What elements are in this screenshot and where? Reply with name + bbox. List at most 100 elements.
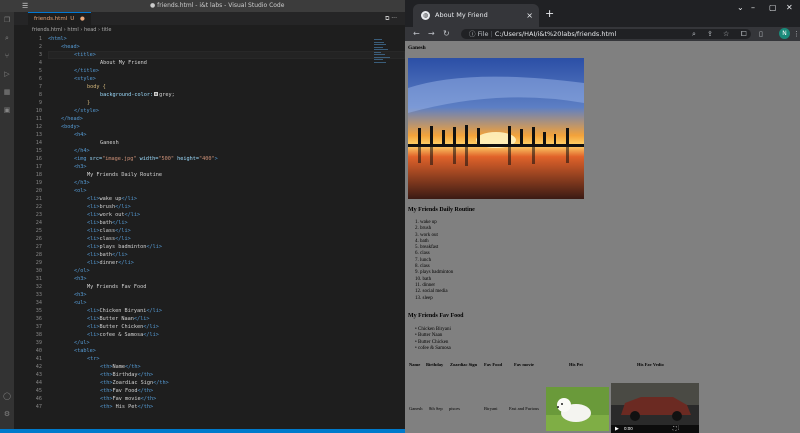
th-pet: His Pet	[569, 362, 583, 367]
td-zodiac: pisces	[449, 406, 460, 411]
menu-icon[interactable]: ☰	[22, 0, 28, 12]
share-icon[interactable]: ⇪	[707, 27, 713, 41]
code-line: <h3>	[74, 164, 87, 170]
code-line: <tr>	[87, 356, 100, 362]
th-fav-movie: Fav movie	[514, 362, 534, 367]
browser-toolbar: ← → ↻ ⓘ File | C:/Users/HAI/i&t%20labs/f…	[405, 27, 800, 41]
code-line: <th>Zoardiac Sign</th>	[100, 380, 169, 386]
side-panel-icon[interactable]: ▯	[759, 27, 763, 41]
line-number: 37	[35, 324, 42, 330]
routine-item: 13. sleep	[415, 295, 433, 301]
line-number: 4	[38, 60, 42, 66]
chevron-down-icon[interactable]: ⌄	[737, 3, 744, 13]
routine-item: 12. social media	[415, 289, 448, 295]
reload-icon[interactable]: ↻	[443, 27, 450, 41]
food-title: My Friends Fav Food	[408, 313, 464, 319]
maximize-icon[interactable]: ▢	[769, 3, 777, 13]
th-name: Name	[409, 362, 421, 367]
info-icon[interactable]: ⓘ	[469, 30, 476, 38]
extensions-puzzle-icon[interactable]: ⧠	[741, 27, 747, 41]
back-arrow-icon[interactable]: ←	[413, 27, 420, 41]
breadcrumb-title[interactable]: title	[102, 27, 112, 33]
code-editor[interactable]: 1 2 3 4 5 6 7 8 9 10 11 12 13 14 15 16 17 18 19 20 21 22 23 24 2…	[14, 35, 405, 429]
line-number: 25	[35, 228, 42, 234]
code-line: <th>Birthday</th>	[100, 372, 154, 378]
code-line: <th>Fav movie</th>	[100, 396, 157, 402]
code-line: <th>Fav Food</th>	[100, 388, 154, 394]
gear-icon[interactable]: ⚙	[3, 410, 11, 418]
code-line: <li>plays badminton</li>	[87, 244, 162, 250]
code-line: }	[87, 100, 91, 106]
th-zodiac: Zoardiac Sign	[450, 362, 478, 367]
routine-list: 1. wake up 2. brush 3. work out 4. bath 5. b…	[415, 220, 453, 302]
breadcrumb-file[interactable]: friends.html	[32, 27, 62, 33]
tab-label: friends.html	[34, 16, 68, 22]
breadcrumb-head[interactable]: head	[84, 27, 96, 33]
zoom-icon[interactable]: ⌕	[692, 27, 696, 41]
code-line: <li>bath</li>	[87, 220, 128, 226]
code-line: <li>Chicken Biryani</li>	[87, 308, 162, 314]
minimap[interactable]	[374, 39, 396, 79]
tab-strip: ◍ About My Friend × + ⌄ – ▢ ✕	[405, 0, 800, 27]
close-window-icon[interactable]: ✕	[786, 3, 793, 13]
browser-tab-title: About My Friend	[435, 11, 488, 19]
code-area[interactable]: <html> <head> <title> About My Friend </titl…	[48, 35, 368, 429]
vscode-titlebar: ☰ ● friends.html - i&t labs - Visual Stu…	[0, 0, 405, 12]
line-number: 14	[35, 140, 42, 146]
code-line: <table>	[74, 348, 96, 354]
play-icon[interactable]: ▶	[615, 426, 619, 432]
routine-item: 9. plays badminton	[415, 270, 454, 276]
fullscreen-icon[interactable]: ⛶ ⋮	[673, 426, 679, 432]
code-line: <html>	[48, 36, 67, 42]
close-tab-icon[interactable]: ×	[526, 4, 533, 27]
vscode-window: ☰ ● friends.html - i&t labs - Visual Stu…	[0, 0, 405, 433]
line-number: 26	[35, 236, 42, 242]
code-line: </title>	[74, 68, 99, 74]
td-food: Biryani	[484, 406, 498, 411]
line-number: 36	[35, 316, 42, 322]
line-number: 43	[35, 372, 42, 378]
video-player[interactable]: ▶ 0:00 ⛶ ⋮	[611, 383, 699, 433]
routine-title: My Friends Daily Routine	[408, 207, 475, 213]
food-item: • Butter Chicken	[415, 339, 449, 345]
search-icon[interactable]: ⌕	[3, 34, 11, 42]
line-number: 2	[38, 44, 42, 50]
line-number: 11	[35, 116, 42, 122]
tab-friends-html[interactable]: friends.html U ●	[28, 12, 91, 25]
line-number: 20	[35, 188, 42, 194]
line-number: 40	[35, 348, 42, 354]
code-line: <ul>	[74, 300, 87, 306]
line-number: 39	[35, 340, 42, 346]
code-line: <li>work out</li>	[87, 212, 141, 218]
bookmark-star-icon[interactable]: ☆	[723, 27, 729, 41]
line-number: 41	[35, 356, 42, 362]
extensions-icon[interactable]: ▦	[3, 88, 11, 96]
line-number: 32	[35, 284, 42, 290]
food-item: • cofee & Samosa	[415, 345, 451, 351]
pet-dog-photo	[546, 387, 609, 431]
account-icon[interactable]: ◯	[3, 392, 11, 400]
avatar[interactable]: N	[779, 28, 790, 39]
web-page: Ganesh My Friends Daily Routine 1. wake …	[405, 41, 800, 433]
line-number: 23	[35, 212, 42, 218]
line-number-gutter: 1 2 3 4 5 6 7 8 9 10 11 12 13 14 15 16 17 18 19 20 21 22 23 24 2…	[14, 35, 46, 429]
new-tab-button[interactable]: +	[545, 4, 554, 23]
line-number: 47	[35, 404, 42, 410]
line-number: 21	[35, 196, 42, 202]
forward-arrow-icon[interactable]: →	[428, 27, 435, 41]
remote-explorer-icon[interactable]: ▣	[3, 106, 11, 114]
code-line: </ol>	[74, 268, 90, 274]
kebab-menu-icon[interactable]: ⋮	[793, 27, 800, 41]
modified-dot-icon[interactable]: ●	[80, 16, 85, 22]
browser-tab[interactable]: ◍ About My Friend ×	[413, 4, 539, 27]
minimize-icon[interactable]: –	[751, 3, 755, 13]
source-control-icon[interactable]: ⑂	[3, 52, 11, 60]
explorer-icon[interactable]: ❐	[3, 16, 11, 24]
color-swatch[interactable]	[154, 92, 159, 96]
line-number: 1	[38, 36, 42, 42]
line-number: 19	[35, 180, 42, 186]
breadcrumb-html[interactable]: html	[67, 27, 78, 33]
run-debug-icon[interactable]: ▷	[3, 70, 11, 78]
line-number: 34	[35, 300, 42, 306]
split-editor-icon[interactable]: ⧉ ···	[385, 12, 397, 25]
